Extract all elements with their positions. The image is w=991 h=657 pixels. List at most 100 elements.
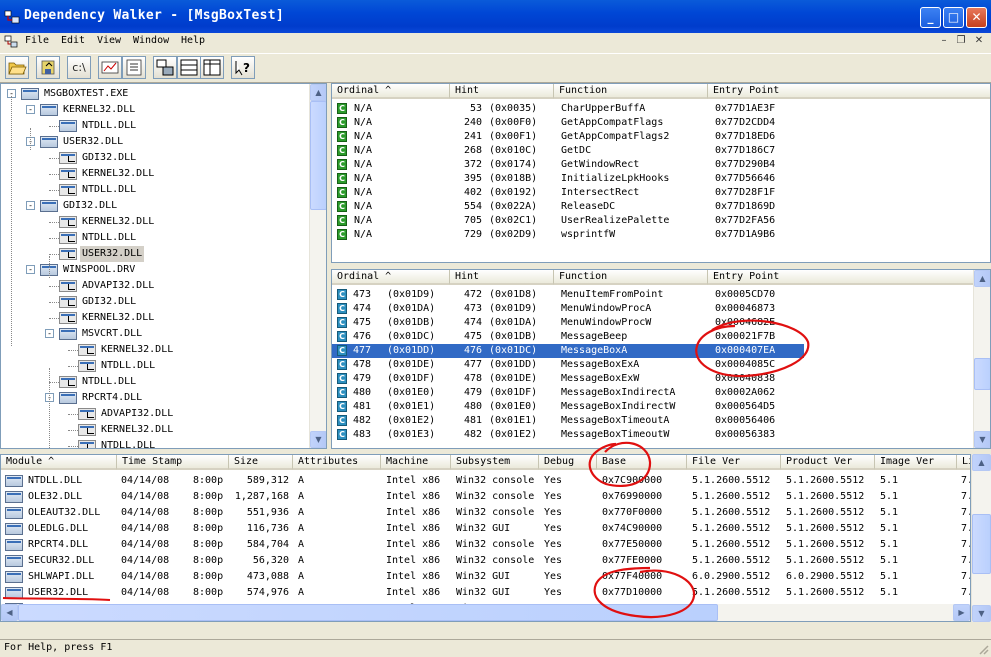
mdi-close-icon[interactable]: ✕: [972, 34, 986, 48]
module-list-panel[interactable]: Module ^ Time Stamp Size Attributes Mach…: [0, 454, 971, 622]
minimize-button[interactable]: _: [920, 7, 941, 28]
tree-item[interactable]: NTDLL.DLL: [80, 230, 138, 246]
modules-header-machine[interactable]: Machine: [381, 455, 451, 470]
exports-panel[interactable]: Ordinal ^ Hint Function Entry Point C 473…: [331, 269, 991, 449]
document-icon[interactable]: [4, 35, 18, 49]
menu-window[interactable]: Window: [133, 35, 169, 46]
menu-view[interactable]: View: [97, 35, 121, 46]
modules-header-attributes[interactable]: Attributes: [293, 455, 381, 470]
modules-header-linker[interactable]: Li: [957, 455, 970, 470]
maximize-button[interactable]: □: [943, 7, 964, 28]
imports-header-function[interactable]: Function: [554, 84, 708, 99]
exports-header-entry-point[interactable]: Entry Point: [708, 270, 975, 285]
export-row[interactable]: C 476 (0x01DC) 475 (0x01DB) MessageBeep 0x0002…: [332, 330, 990, 344]
exports-header-function[interactable]: Function: [554, 270, 708, 285]
tree-collapse-icon[interactable]: -: [45, 329, 54, 338]
tree-item[interactable]: MSGBOXTEST.EXE: [42, 86, 130, 102]
properties-button[interactable]: [122, 56, 146, 79]
scroll-down-icon[interactable]: ▼: [310, 431, 326, 448]
tree-item[interactable]: MSVCRT.DLL: [80, 326, 144, 342]
modules-vscroll-thumb[interactable]: [972, 514, 991, 574]
modules-header-product-ver[interactable]: Product Ver: [781, 455, 875, 470]
modules-header-subsystem[interactable]: Subsystem: [451, 455, 539, 470]
import-row[interactable]: C N/A 705 (0x02C1) UserRealizePalette 0x77D2F…: [332, 214, 990, 228]
mdi-restore-icon[interactable]: ❐: [954, 34, 968, 48]
import-row[interactable]: C N/A 372 (0x0174) GetWindowRect 0x77D290B4: [332, 158, 990, 172]
tree-item[interactable]: NTDLL.DLL: [80, 118, 138, 134]
import-row[interactable]: C N/A 554 (0x022A) ReleaseDC 0x77D1869D: [332, 200, 990, 214]
scroll-left-icon[interactable]: ◀: [1, 604, 18, 621]
module-row[interactable]: SHLWAPI.DLL 04/14/08 8:00p 473,088 A Intel x8…: [1, 569, 970, 585]
open-button[interactable]: [5, 56, 29, 79]
help-button[interactable]: ?: [231, 56, 255, 79]
exports-scroll-thumb[interactable]: [974, 358, 990, 390]
close-button[interactable]: ✕: [966, 7, 987, 28]
tree-item[interactable]: ADVAPI32.DLL: [99, 406, 175, 422]
tree-item[interactable]: KERNEL32.DLL: [99, 342, 175, 358]
modules-horizontal-scrollbar[interactable]: ◀ ▶: [1, 604, 970, 621]
tree-item[interactable]: KERNEL32.DLL: [61, 102, 137, 118]
modules-header-size[interactable]: Size: [229, 455, 293, 470]
tree-item[interactable]: KERNEL32.DLL: [80, 214, 156, 230]
import-row[interactable]: C N/A 240 (0x00F0) GetAppCompatFlags 0x77D2CD…: [332, 116, 990, 130]
scroll-down-icon[interactable]: ▼: [972, 605, 991, 622]
export-row[interactable]: C 482 (0x01E2) 481 (0x01E1) MessageBoxTimeout…: [332, 414, 990, 428]
export-row[interactable]: C 483 (0x01E3) 482 (0x01E2) MessageBoxTimeout…: [332, 428, 990, 442]
export-row[interactable]: C 477 (0x01DD) 476 (0x01DC) MessageBoxA 0x0004…: [332, 344, 804, 358]
modules-header-base[interactable]: Base: [597, 455, 687, 470]
exports-header-ordinal[interactable]: Ordinal ^: [332, 270, 450, 285]
tile-button[interactable]: [153, 56, 177, 79]
modules-scroll-thumb[interactable]: [18, 604, 718, 621]
modules-vertical-scrollbar[interactable]: ▲ ▼: [971, 454, 991, 622]
split-vertical-button[interactable]: [200, 56, 224, 79]
module-row[interactable]: OLEDLG.DLL 04/14/08 8:00p 116,736 A Intel x86…: [1, 521, 970, 537]
export-row[interactable]: C 481 (0x01E1) 480 (0x01E0) MessageBoxIndirec…: [332, 400, 990, 414]
module-row[interactable]: SECUR32.DLL 04/14/08 8:00p 56,320 A Intel x86…: [1, 553, 970, 569]
menu-edit[interactable]: Edit: [61, 35, 85, 46]
tree-item[interactable]: USER32.DLL: [80, 246, 145, 262]
tree-item[interactable]: NTDLL.DLL: [99, 438, 157, 448]
tree-item[interactable]: USER32.DLL: [61, 134, 125, 150]
module-row[interactable]: USER32.DLL 04/14/08 8:00p 574,976 A Intel x86…: [1, 585, 970, 601]
tree-item[interactable]: GDI32.DLL: [80, 150, 138, 166]
path-button[interactable]: c:\: [67, 56, 91, 79]
tree-item[interactable]: NTDLL.DLL: [99, 358, 157, 374]
tree-scroll-thumb[interactable]: [310, 101, 326, 210]
tree-collapse-icon[interactable]: -: [26, 105, 35, 114]
tree-collapse-icon[interactable]: -: [26, 265, 35, 274]
scroll-up-icon[interactable]: ▲: [310, 84, 326, 101]
modules-header-module[interactable]: Module ^: [1, 455, 117, 470]
scroll-up-icon[interactable]: ▲: [974, 270, 990, 287]
export-row[interactable]: C 473 (0x01D9) 472 (0x01D8) MenuItemFromPoint…: [332, 288, 990, 302]
module-row[interactable]: RPCRT4.DLL 04/14/08 8:00p 584,704 A Intel x86…: [1, 537, 970, 553]
save-button[interactable]: [36, 56, 60, 79]
menu-file[interactable]: File: [25, 35, 49, 46]
tree-item[interactable]: KERNEL32.DLL: [99, 422, 175, 438]
parent-imports-panel[interactable]: Ordinal ^ Hint Function Entry Point C N/A…: [331, 83, 991, 263]
tree-vertical-scrollbar[interactable]: ▲ ▼: [309, 84, 326, 448]
tree-item[interactable]: WINSPOOL.DRV: [61, 262, 137, 278]
imports-header-entry-point[interactable]: Entry Point: [708, 84, 990, 99]
import-row[interactable]: C N/A 729 (0x02D9) wsprintfW 0x77D1A9B6: [332, 228, 990, 242]
tree-item[interactable]: KERNEL32.DLL: [80, 310, 156, 326]
import-row[interactable]: C N/A 268 (0x010C) GetDC 0x77D186C7: [332, 144, 990, 158]
tree-item[interactable]: NTDLL.DLL: [80, 374, 138, 390]
modules-header-image-ver[interactable]: Image Ver: [875, 455, 957, 470]
modules-header-time-stamp[interactable]: Time Stamp: [117, 455, 229, 470]
tree-item[interactable]: GDI32.DLL: [61, 198, 119, 214]
menu-help[interactable]: Help: [181, 35, 205, 46]
imports-header-hint[interactable]: Hint: [450, 84, 554, 99]
mdi-minimize-icon[interactable]: –: [937, 34, 951, 48]
import-row[interactable]: C N/A 395 (0x018B) InitializeLpkHooks 0x77D56…: [332, 172, 990, 186]
scroll-up-icon[interactable]: ▲: [972, 454, 991, 471]
export-row[interactable]: C 474 (0x01DA) 473 (0x01D9) MenuWindowProcA 0x…: [332, 302, 990, 316]
import-row[interactable]: C N/A 241 (0x00F1) GetAppCompatFlags2 0x77D18…: [332, 130, 990, 144]
module-row[interactable]: OLEAUT32.DLL 04/14/08 8:00p 551,936 A Intel x…: [1, 505, 970, 521]
import-row[interactable]: C N/A 53 (0x0035) CharUpperBuffA 0x77D1AE3F: [332, 102, 990, 116]
profile-button[interactable]: [98, 56, 122, 79]
split-horizontal-button[interactable]: [177, 56, 201, 79]
scroll-right-icon[interactable]: ▶: [953, 604, 970, 621]
modules-header-debug[interactable]: Debug: [539, 455, 597, 470]
tree-item[interactable]: GDI32.DLL: [80, 294, 138, 310]
tree-item[interactable]: KERNEL32.DLL: [80, 166, 156, 182]
